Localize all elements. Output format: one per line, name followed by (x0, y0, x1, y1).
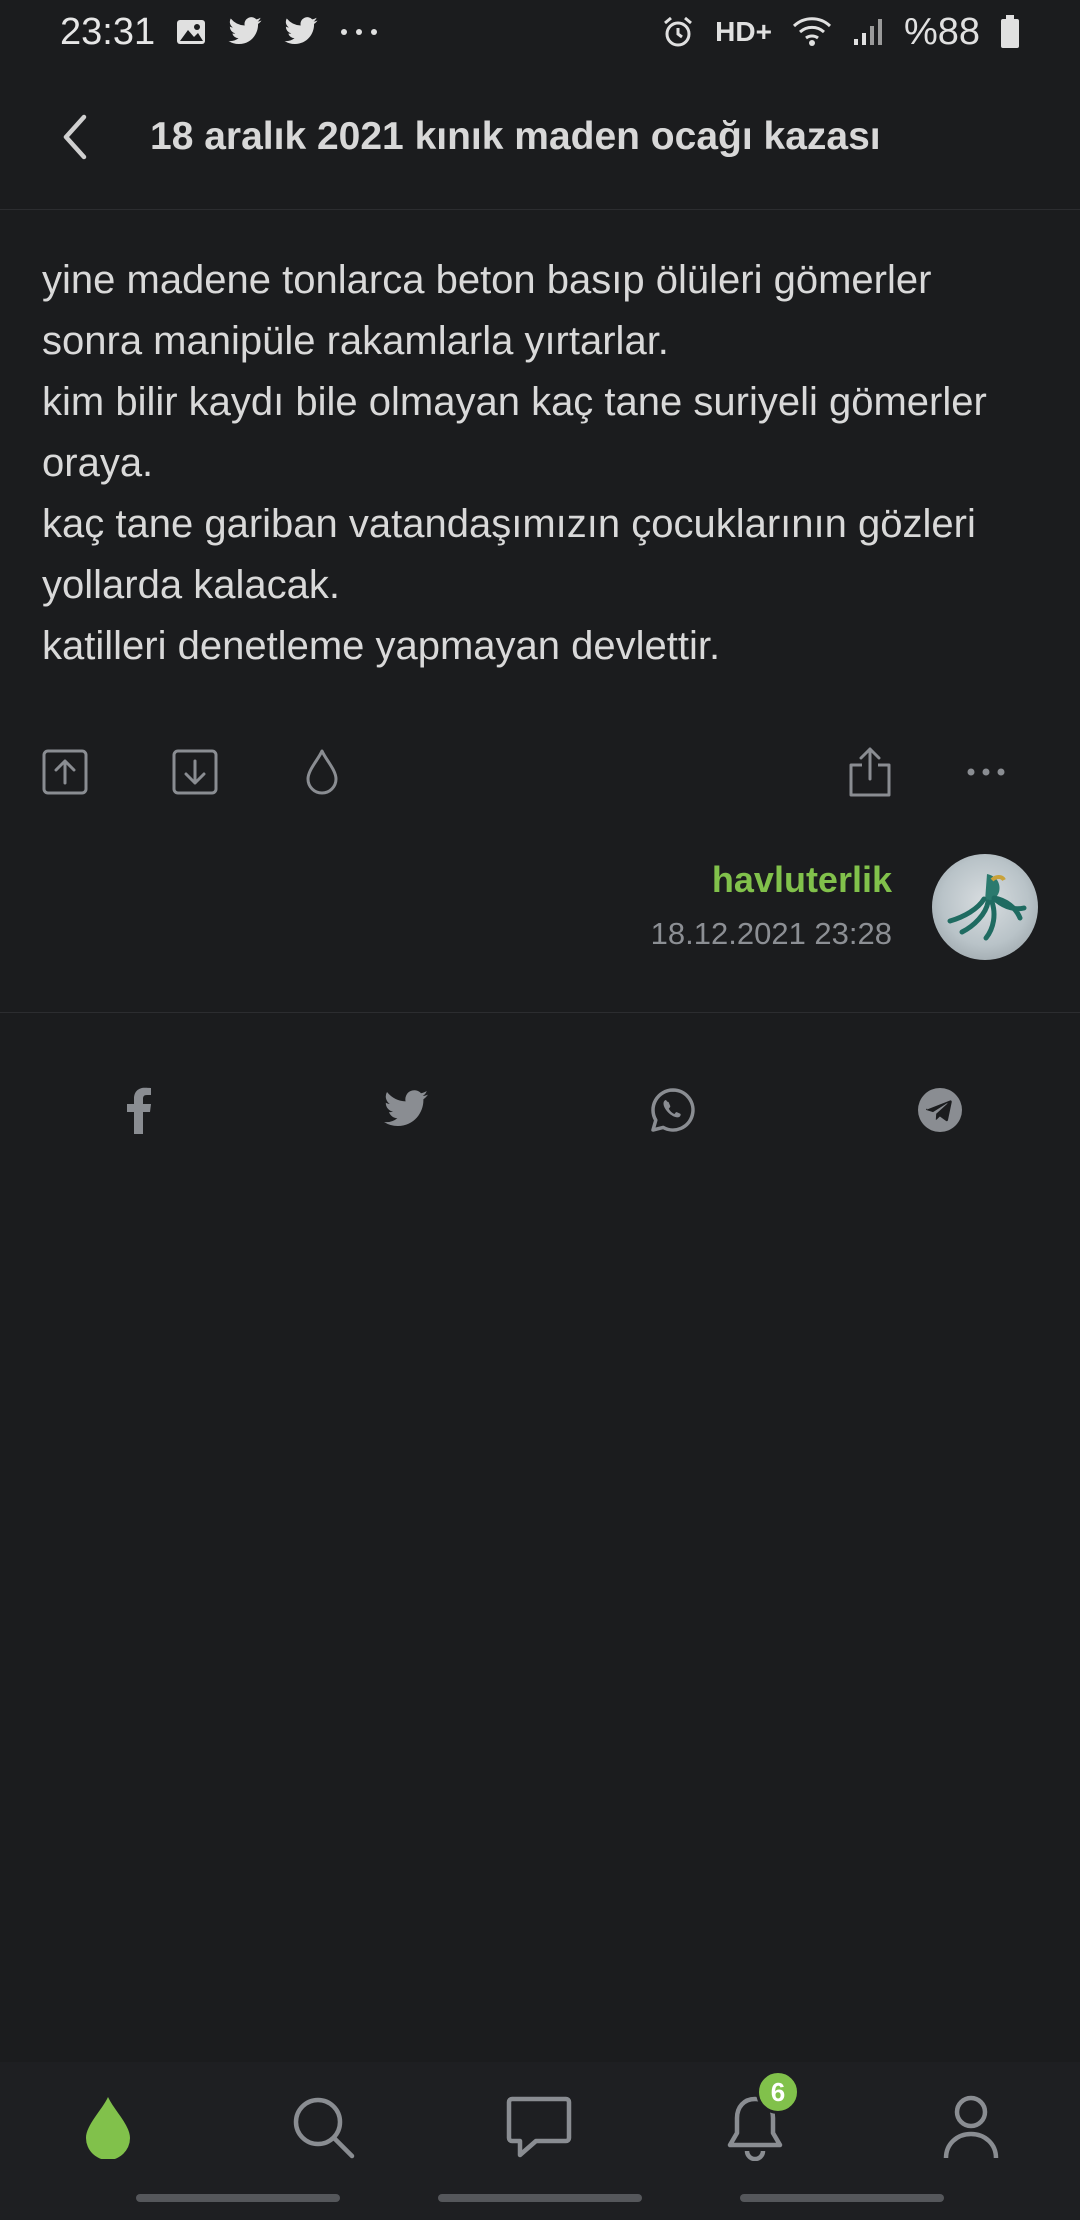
entry-content: yine madene tonlarca beton basıp ölüleri… (42, 250, 1042, 677)
chevron-left-icon (63, 114, 87, 159)
profile-icon (943, 2095, 999, 2159)
messages-icon (506, 2096, 572, 2158)
more-icon (967, 768, 1005, 776)
back-button[interactable] (0, 64, 150, 210)
wifi-icon (792, 16, 832, 48)
favorite-button[interactable] (290, 740, 354, 804)
topic-header: 18 aralık 2021 kınık maden ocağı kazası (0, 64, 1080, 210)
downvote-button[interactable] (163, 740, 227, 804)
status-left: 23:31 (60, 11, 379, 54)
gallery-icon (175, 16, 207, 48)
page-title: 18 aralık 2021 kınık maden ocağı kazası (150, 114, 881, 158)
facebook-icon (127, 1087, 151, 1134)
whatsapp-icon (651, 1088, 695, 1132)
share-icon (849, 747, 891, 797)
author-meta: havluterlik 18.12.2021 23:28 (651, 855, 892, 959)
share-facebook-button[interactable] (109, 1080, 169, 1140)
status-time: 23:31 (60, 10, 156, 53)
more-icon (339, 27, 379, 37)
entry-date[interactable]: 18.12.2021 23:28 (651, 909, 892, 959)
drop-icon (306, 749, 338, 795)
entry-line: yine madene tonlarca beton basıp ölüleri… (42, 258, 932, 363)
battery-icon (1000, 15, 1020, 49)
share-telegram-button[interactable] (910, 1080, 970, 1140)
nav-profile-button[interactable] (926, 2082, 1016, 2172)
share-button[interactable] (838, 740, 902, 804)
bottom-navigation: 6 (0, 2062, 1080, 2220)
notification-badge: 6 (756, 2070, 800, 2114)
nav-messages-button[interactable] (494, 2082, 584, 2172)
share-twitter-button[interactable] (376, 1080, 436, 1140)
upvote-button[interactable] (33, 740, 97, 804)
social-share-row (0, 1080, 1080, 1140)
gesture-bar (438, 2194, 642, 2202)
status-right: HD+ %88 (661, 11, 1020, 54)
telegram-icon (918, 1088, 962, 1132)
downvote-icon (172, 749, 218, 795)
entry-actions (0, 730, 1080, 814)
nav-search-button[interactable] (278, 2082, 368, 2172)
entry-line: kim bilir kaydı bile olmayan kaç tane su… (42, 380, 987, 485)
alarm-icon (661, 15, 695, 49)
entry-line: kaç tane gariban vatandaşımızın çocuklar… (42, 502, 976, 607)
upvote-icon (42, 749, 88, 795)
twitter-icon (384, 1090, 428, 1127)
home-drop-icon (86, 2097, 130, 2159)
avatar[interactable] (932, 854, 1038, 960)
signal-icon (852, 17, 884, 47)
nav-notifications-button[interactable]: 6 (710, 2070, 800, 2172)
twitter-icon (227, 17, 263, 47)
share-whatsapp-button[interactable] (643, 1080, 703, 1140)
gesture-bar (136, 2194, 340, 2202)
battery-level: %88 (903, 10, 980, 53)
status-bar: 23:31 HD+ %88 (0, 0, 1080, 64)
gesture-bar (740, 2194, 944, 2202)
author-name[interactable]: havluterlik (651, 855, 892, 905)
entry-line: katilleri denetleme yapmayan devlettir. (42, 624, 721, 668)
twitter-icon (283, 17, 319, 47)
divider (0, 1012, 1080, 1013)
network-type: HD+ (715, 16, 772, 47)
nav-home-button[interactable] (63, 2082, 153, 2172)
more-button[interactable] (954, 740, 1018, 804)
search-icon (293, 2097, 355, 2159)
entry-author: havluterlik 18.12.2021 23:28 (651, 852, 1038, 962)
